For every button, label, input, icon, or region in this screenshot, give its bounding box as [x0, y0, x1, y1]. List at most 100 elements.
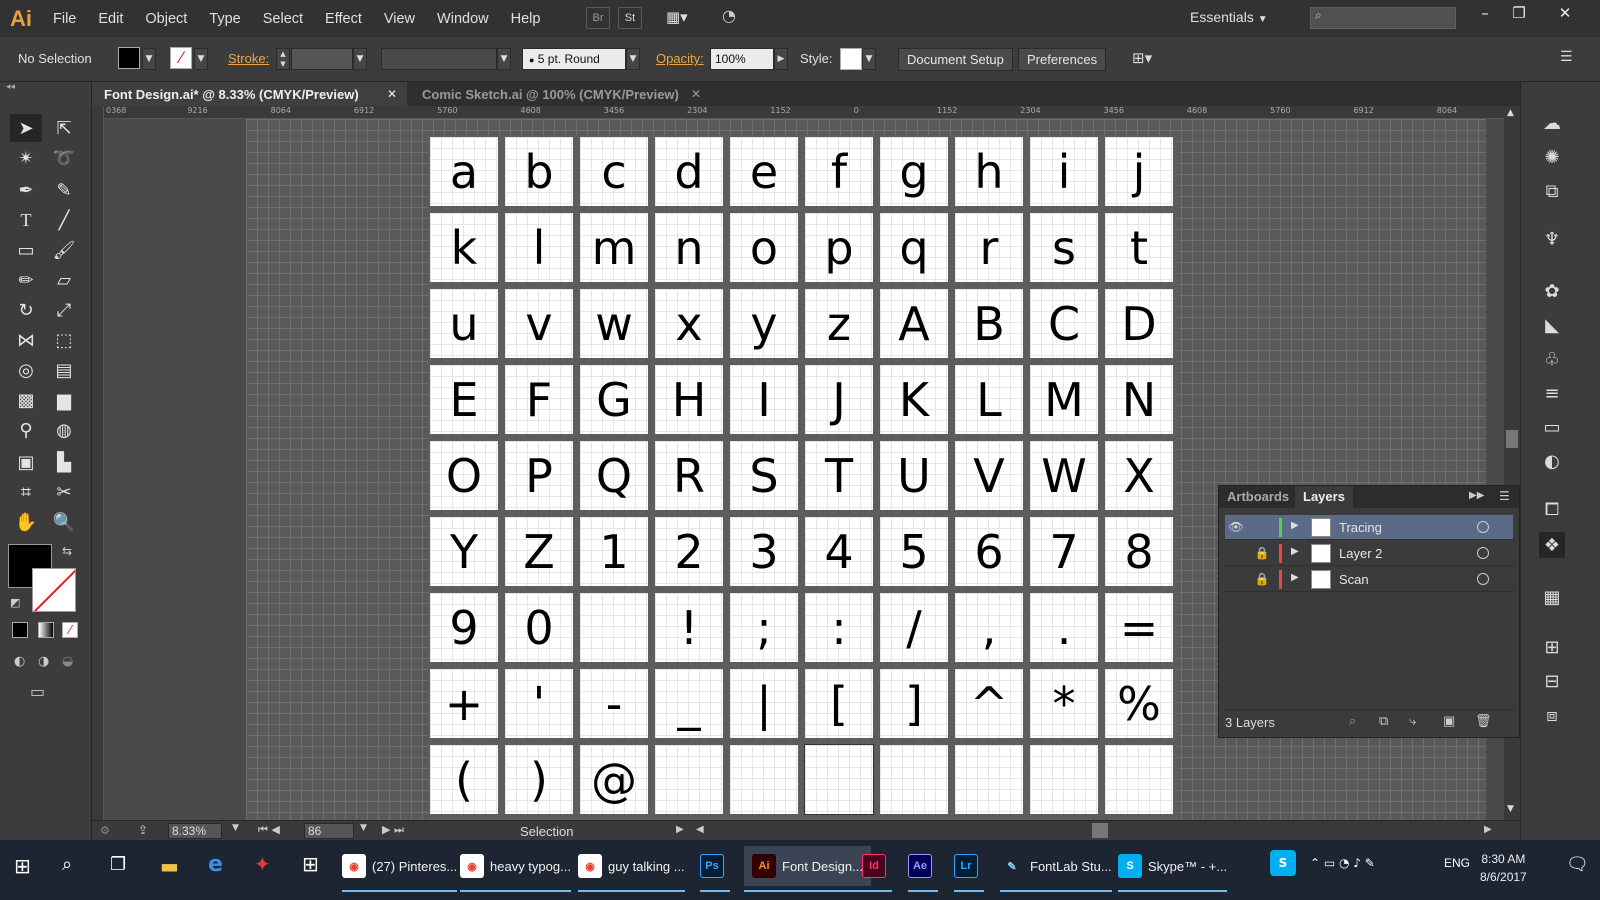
collapse-icon[interactable]: ◂◂: [6, 82, 15, 92]
tray-icons[interactable]: ⌃ ▭ ◔ ♪ ✎: [1310, 856, 1375, 870]
glyph-cell[interactable]: [655, 745, 723, 814]
glyph-cell[interactable]: y: [730, 289, 798, 358]
symbol-sprayer-tool-icon[interactable]: ▣: [10, 448, 42, 476]
pen-tool-icon[interactable]: ✒: [10, 176, 42, 204]
glyph-cell[interactable]: X: [1105, 441, 1173, 510]
menu-help[interactable]: Help: [500, 11, 552, 27]
glyph-cell[interactable]: 3: [730, 517, 798, 586]
share-icon[interactable]: ⇪: [138, 823, 148, 837]
swatches-icon[interactable]: ▦: [1539, 584, 1565, 610]
slice-tool-icon[interactable]: ✂: [48, 478, 80, 506]
gradient-swatch-icon[interactable]: ▭: [1539, 414, 1565, 440]
graphic-style-swatch[interactable]: [840, 48, 862, 70]
taskbar-app-lightroom[interactable]: Lr: [954, 846, 984, 892]
glyph-cell[interactable]: 8: [1105, 517, 1173, 586]
glyph-cell[interactable]: !: [655, 593, 723, 662]
glyph-cell[interactable]: L: [955, 365, 1023, 434]
swap-colors-icon[interactable]: ⇆: [62, 544, 72, 558]
glyph-cell[interactable]: :: [805, 593, 873, 662]
glyph-cell[interactable]: R: [655, 441, 723, 510]
transform-icon[interactable]: ⧉: [1539, 178, 1565, 204]
menu-edit[interactable]: Edit: [87, 11, 134, 27]
perspective-grid-tool-icon[interactable]: ▤: [48, 356, 80, 384]
glyph-cell[interactable]: [: [805, 669, 873, 738]
zoom-dropdown-icon[interactable]: ▼: [232, 823, 239, 833]
search-icon[interactable]: ⌕: [62, 854, 72, 875]
glyph-cell[interactable]: +: [430, 669, 498, 738]
visibility-eye-icon[interactable]: 👁: [1227, 520, 1245, 534]
screen-mode-icon[interactable]: ▭: [30, 682, 45, 701]
delete-layer-icon[interactable]: 🗑: [1475, 713, 1492, 729]
layer-name[interactable]: Layer 2: [1339, 546, 1382, 561]
stroke-label[interactable]: Stroke:: [228, 51, 269, 66]
layer-target-icon[interactable]: [1477, 547, 1489, 559]
glyph-cell[interactable]: V: [955, 441, 1023, 510]
layer-name[interactable]: Scan: [1339, 572, 1369, 587]
zoom-tool-icon[interactable]: 🔍: [48, 508, 80, 536]
paintbrush-tool-icon[interactable]: 🖌: [48, 236, 80, 264]
taskbar-app-aftereffects[interactable]: Ae: [908, 846, 938, 892]
glyph-cell[interactable]: U: [880, 441, 948, 510]
rotate-tool-icon[interactable]: ↻: [10, 296, 42, 324]
preferences-button[interactable]: Preferences: [1018, 48, 1107, 71]
taskbar-app-chrome[interactable]: ◉ heavy typog...: [460, 846, 571, 892]
minimize-button[interactable]: –: [1468, 0, 1502, 26]
panel-menu-icon[interactable]: ☰: [1499, 489, 1510, 503]
glyph-cell[interactable]: [880, 745, 948, 814]
glyph-cell[interactable]: A: [880, 289, 948, 358]
glyph-cell[interactable]: n: [655, 213, 723, 282]
glyph-cell[interactable]: H: [655, 365, 723, 434]
document-setup-button[interactable]: Document Setup: [898, 48, 1013, 71]
lasso-tool-icon[interactable]: ➰: [48, 144, 80, 172]
magic-wand-tool-icon[interactable]: ✴: [10, 144, 42, 172]
glyph-cell[interactable]: *: [1030, 669, 1098, 738]
glyph-cell[interactable]: 0: [505, 593, 573, 662]
windows-start-icon[interactable]: ⊞: [14, 854, 31, 878]
glyph-cell[interactable]: B: [955, 289, 1023, 358]
glyph-cell[interactable]: [1105, 745, 1173, 814]
glyph-cell[interactable]: s: [1030, 213, 1098, 282]
glyph-cell[interactable]: P: [505, 441, 573, 510]
glyph-cell[interactable]: F: [505, 365, 573, 434]
glyph-cell[interactable]: k: [430, 213, 498, 282]
column-graph-tool-icon[interactable]: ▙: [48, 448, 80, 476]
opacity-input[interactable]: 100%: [710, 48, 774, 70]
glyph-cell[interactable]: T: [805, 441, 873, 510]
menu-file[interactable]: File: [42, 11, 87, 27]
glyph-cell[interactable]: D: [1105, 289, 1173, 358]
draw-normal-icon[interactable]: ◐: [14, 654, 25, 669]
taskbar-app-chrome[interactable]: ◉ guy talking ...: [578, 846, 685, 892]
glyph-cell[interactable]: -: [580, 669, 648, 738]
layer-name[interactable]: Tracing: [1339, 520, 1382, 535]
scale-tool-icon[interactable]: ⤢: [48, 296, 80, 324]
stock-button[interactable]: St: [618, 7, 642, 29]
glyph-cell[interactable]: |: [730, 669, 798, 738]
taskbar-app-skype[interactable]: S Skype™ - +...: [1118, 846, 1228, 892]
rectangle-tool-icon[interactable]: ▭: [10, 236, 42, 264]
arrange-documents-icon[interactable]: ▦▾: [666, 8, 702, 28]
free-transform-tool-icon[interactable]: ⬚: [48, 326, 80, 354]
mesh-tool-icon[interactable]: ▩: [10, 386, 42, 414]
gradient-mode-icon[interactable]: [38, 622, 54, 638]
shape-builder-tool-icon[interactable]: ◎: [10, 356, 42, 384]
workspace-switcher[interactable]: Essentials ▼: [1190, 9, 1268, 25]
glyph-cell[interactable]: .: [1030, 593, 1098, 662]
taskbar-app-chrome[interactable]: ◉ (27) Pinteres...: [342, 846, 458, 892]
scroll-up-icon[interactable]: ▲: [1507, 108, 1514, 118]
layer-row-scan[interactable]: 🔒 ▶ Scan: [1225, 567, 1513, 592]
type-tool-icon[interactable]: T: [10, 206, 42, 234]
glyph-cell[interactable]: O: [430, 441, 498, 510]
default-colors-icon[interactable]: ◩: [10, 596, 20, 609]
tab-artboards[interactable]: Artboards: [1219, 486, 1297, 508]
skype-tray-icon[interactable]: S: [1270, 850, 1296, 876]
artboard[interactable]: abcdefghij klmnopqrst uvwxyzABCD EFGHIJKLMN…: [428, 135, 1178, 820]
glyph-cell[interactable]: f: [805, 137, 873, 206]
symbols-icon[interactable]: ♧: [1539, 346, 1565, 372]
fill-dropdown[interactable]: ▼: [142, 48, 156, 70]
locate-object-icon[interactable]: ⌕: [1349, 713, 1356, 729]
line-tool-icon[interactable]: ╱: [48, 206, 80, 234]
transparency-icon[interactable]: ◐: [1539, 448, 1565, 474]
glyph-cell[interactable]: ^: [955, 669, 1023, 738]
align-panel-icon[interactable]: ⊞: [1539, 634, 1565, 660]
glyph-cell[interactable]: K: [880, 365, 948, 434]
